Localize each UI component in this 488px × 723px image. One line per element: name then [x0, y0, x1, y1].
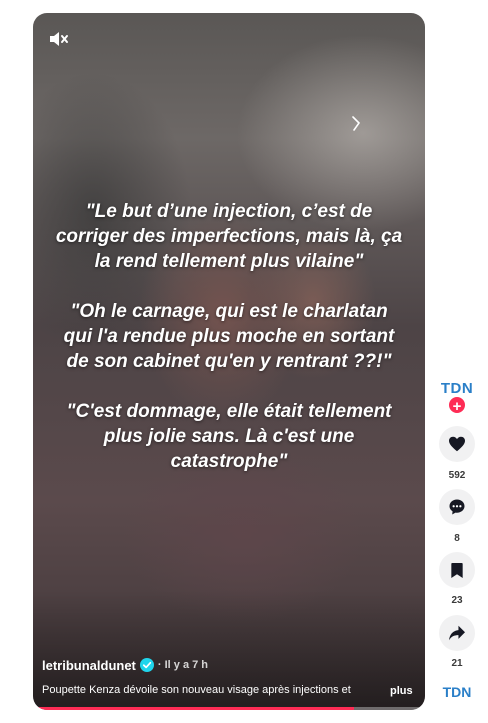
chevron-right-icon	[352, 116, 361, 131]
muted-speaker-icon[interactable]	[48, 29, 70, 49]
heart-icon	[449, 436, 465, 452]
share-button[interactable]	[439, 615, 475, 651]
like-button[interactable]	[439, 426, 475, 462]
overlay-quote-1: "Le but d’une injection, c’est de corrig…	[55, 201, 403, 272]
share-arrow-icon	[449, 625, 465, 641]
favorite-count: 23	[451, 595, 463, 606]
overlay-quote-2: "Oh le carnage, qui est le charlatan qui…	[63, 301, 395, 372]
follow-button[interactable]: +	[447, 395, 467, 415]
video-progress-bar[interactable]	[33, 707, 425, 710]
favorite-button[interactable]	[439, 552, 475, 588]
comment-count: 8	[454, 533, 460, 544]
verified-badge-icon	[139, 658, 154, 672]
comment-icon	[449, 499, 465, 515]
video-player[interactable]: "Le but d’une injection, c’est de corrig…	[33, 13, 425, 710]
post-time: · Il y a 7 h	[157, 659, 209, 671]
video-overlay-text: "Le but d’une injection, c’est de corrig…	[55, 199, 403, 499]
comment-button[interactable]	[439, 489, 475, 525]
share-count: 21	[451, 658, 463, 669]
like-count: 592	[448, 470, 466, 481]
video-caption: Poupette Kenza dévoile son nouveau visag…	[42, 684, 351, 696]
video-progress-fill	[33, 707, 355, 710]
bookmark-icon	[451, 562, 463, 578]
more-button[interactable]: plus	[390, 685, 413, 697]
music-disc[interactable]: TDN	[440, 684, 474, 700]
author-row: letribunaldunet · Il y a 7 h	[42, 657, 208, 673]
author-name[interactable]: letribunaldunet	[42, 658, 136, 673]
overlay-quote-3: "C'est dommage, elle était tellement plu…	[66, 401, 392, 472]
